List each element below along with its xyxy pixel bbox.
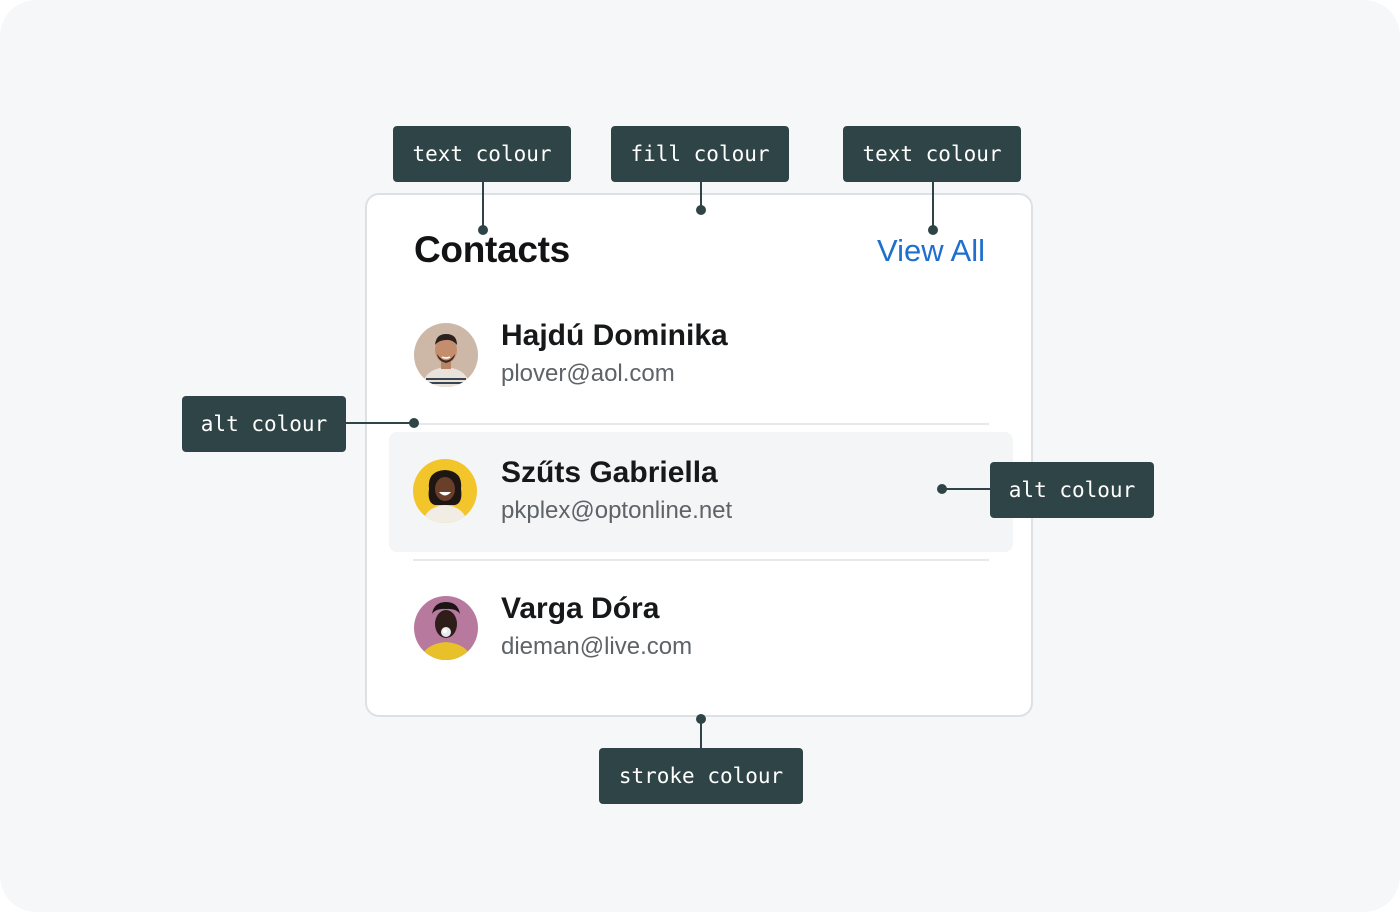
annotation-row-alt-colour: alt colour (990, 462, 1154, 518)
contact-email: plover@aol.com (501, 360, 675, 387)
contact-email: dieman@live.com (501, 633, 693, 660)
contact-row-alt[interactable]: Szűts Gabriella pkplex@optonline.net (389, 432, 1013, 552)
annotation-dot (478, 225, 488, 235)
contact-email: pkplex@optonline.net (501, 497, 733, 524)
annotation-leader (942, 488, 990, 490)
annotation-dot (928, 225, 938, 235)
avatar (414, 323, 478, 387)
avatar (413, 459, 477, 523)
annotation-dot (409, 418, 419, 428)
annotation-dot (937, 484, 947, 494)
avatar (414, 596, 478, 660)
contact-name: Varga Dóra (501, 592, 660, 625)
annotation-leader (482, 182, 484, 230)
annotation-link-text-colour: text colour (843, 126, 1021, 182)
annotation-title-text-colour: text colour (393, 126, 571, 182)
contacts-card: Contacts View All Hajdú Dominika plover@… (365, 193, 1033, 717)
annotation-dot (696, 205, 706, 215)
annotation-stroke-colour: stroke colour (599, 748, 803, 804)
annotation-dot (696, 714, 706, 724)
annotation-divider-alt-colour: alt colour (182, 396, 346, 452)
contact-row[interactable]: Varga Dóra dieman@live.com (389, 568, 1013, 688)
contact-row[interactable]: Hajdú Dominika plover@aol.com (389, 295, 1013, 415)
contact-name: Hajdú Dominika (501, 319, 728, 352)
card-title: Contacts (414, 229, 570, 270)
row-divider (413, 423, 989, 425)
annotation-leader (932, 182, 934, 230)
row-divider (413, 559, 989, 561)
annotation-leader (346, 422, 414, 424)
contact-name: Szűts Gabriella (501, 456, 718, 489)
annotation-fill-colour: fill colour (611, 126, 789, 182)
canvas: Contacts View All Hajdú Dominika plover@… (0, 0, 1400, 912)
view-all-link[interactable]: View All (877, 233, 985, 269)
